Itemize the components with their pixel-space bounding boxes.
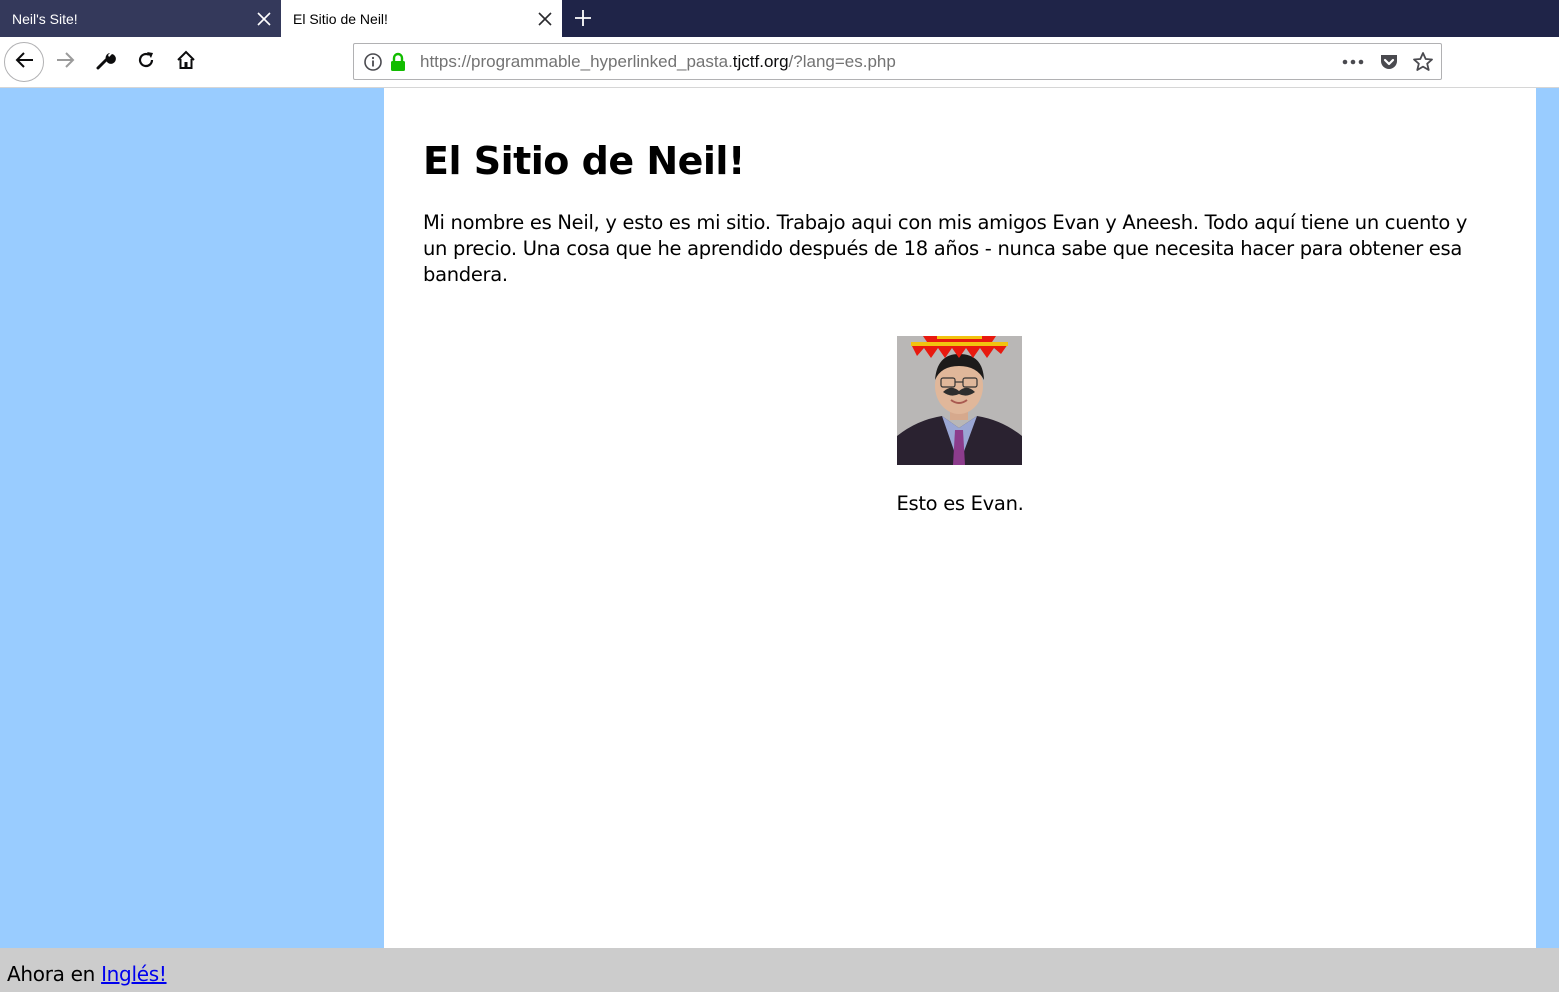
- arrow-right-icon: [56, 51, 76, 73]
- tab-neils-site[interactable]: Neil's Site!: [0, 0, 281, 37]
- home-button[interactable]: [170, 45, 202, 79]
- tools-button[interactable]: [90, 45, 122, 79]
- url-text[interactable]: https://programmable_hyperlinked_pasta.t…: [420, 52, 896, 72]
- close-icon[interactable]: [247, 0, 281, 37]
- nav-bar: https://programmable_hyperlinked_pasta.t…: [0, 37, 1559, 88]
- tab-title: El Sitio de Neil!: [293, 10, 388, 27]
- pocket-icon[interactable]: [1376, 50, 1402, 74]
- plus-icon[interactable]: [566, 2, 600, 34]
- arrow-left-icon: [14, 51, 34, 73]
- main-content: El Sitio de Neil! Mi nombre es Neil, y e…: [384, 88, 1536, 948]
- url-bar[interactable]: https://programmable_hyperlinked_pasta.t…: [353, 43, 1442, 80]
- intro-paragraph: Mi nombre es Neil, y esto es mi sitio. T…: [423, 211, 1468, 286]
- url-domain: tjctf.org: [732, 52, 789, 71]
- english-link[interactable]: Inglés!: [101, 962, 167, 986]
- info-icon[interactable]: [363, 52, 383, 72]
- reload-icon: [136, 50, 156, 74]
- url-suffix: /?lang=es.php: [788, 52, 896, 71]
- evan-photo: [897, 336, 1022, 465]
- tab-el-sitio-de-neil[interactable]: El Sitio de Neil!: [281, 0, 562, 37]
- wrench-icon: [96, 50, 116, 74]
- back-button[interactable]: [4, 42, 44, 82]
- page-viewport: El Sitio de Neil! Mi nombre es Neil, y e…: [0, 88, 1559, 948]
- tab-title: Neil's Site!: [12, 10, 78, 27]
- footer-prefix: Ahora en: [7, 962, 96, 986]
- forward-button[interactable]: [50, 45, 82, 79]
- language-footer: Ahora en Inglés!: [0, 948, 1559, 992]
- star-icon[interactable]: [1410, 50, 1436, 74]
- more-dots-icon[interactable]: [1338, 51, 1368, 73]
- lock-icon[interactable]: [389, 52, 407, 72]
- home-icon: [176, 50, 196, 74]
- tab-strip: Neil's Site! El Sitio de Neil!: [0, 0, 1559, 37]
- close-icon[interactable]: [528, 0, 562, 37]
- url-prefix: https://programmable_hyperlinked_pasta.: [420, 52, 733, 71]
- reload-button[interactable]: [130, 45, 162, 79]
- page-title: El Sitio de Neil!: [423, 139, 745, 183]
- photo-caption: Esto es Evan.: [896, 492, 1024, 515]
